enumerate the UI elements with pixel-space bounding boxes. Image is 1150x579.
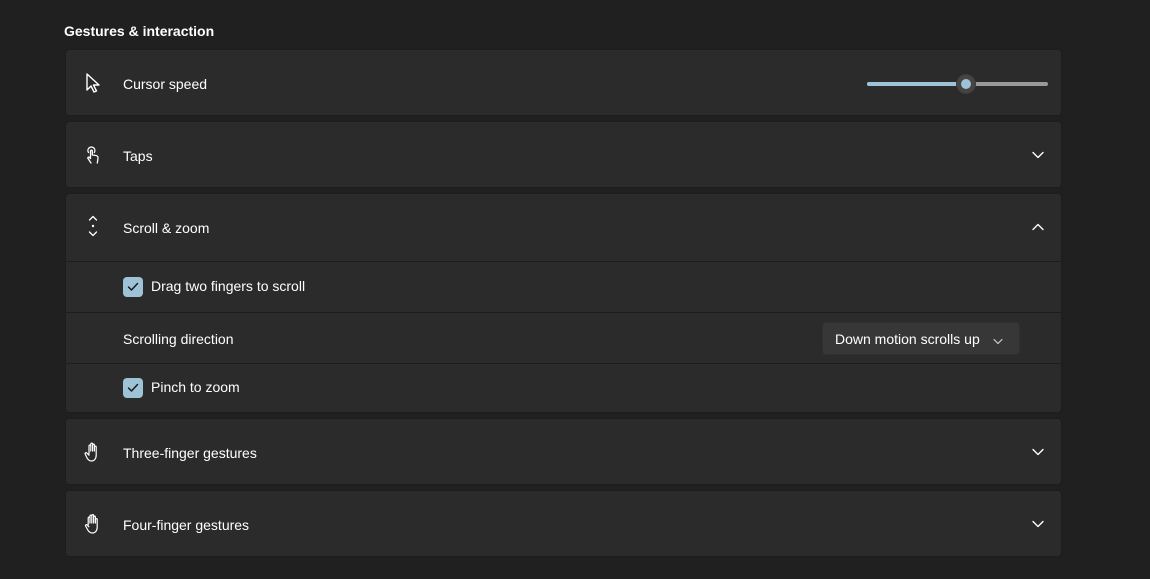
scrolling-direction-value: Down motion scrolls up — [835, 330, 980, 347]
chevron-up-icon[interactable] — [1031, 220, 1045, 234]
drag-two-fingers-row: Drag two fingers to scroll — [66, 261, 1061, 312]
four-finger-card[interactable]: Four-finger gestures — [65, 490, 1062, 557]
three-finger-card[interactable]: Three-finger gestures — [65, 418, 1062, 485]
chevron-down-icon[interactable] — [1031, 517, 1045, 531]
check-icon — [127, 282, 139, 291]
slider-thumb[interactable] — [955, 74, 976, 94]
scrolling-direction-dropdown[interactable]: Down motion scrolls up — [822, 322, 1020, 355]
drag-two-fingers-label: Drag two fingers to scroll — [151, 278, 306, 294]
pinch-to-zoom-label: Pinch to zoom — [151, 379, 240, 395]
check-icon — [127, 383, 139, 392]
three-finger-label: Three-finger gestures — [123, 445, 257, 461]
chevron-down-icon[interactable] — [1031, 148, 1045, 162]
pinch-to-zoom-row: Pinch to zoom — [66, 363, 1061, 413]
scrolling-direction-row: Scrolling direction Down motion scrolls … — [66, 312, 1061, 363]
scroll-zoom-card: Scroll & zoom Drag two fingers to scroll… — [65, 193, 1062, 413]
cursor-speed-card: Cursor speed — [65, 49, 1062, 116]
taps-card[interactable]: Taps — [65, 121, 1062, 188]
tap-icon — [83, 145, 103, 165]
scroll-zoom-label: Scroll & zoom — [123, 220, 210, 236]
chevron-down-icon[interactable] — [1031, 445, 1045, 459]
chevron-down-icon — [993, 332, 1003, 350]
taps-label: Taps — [123, 148, 153, 164]
drag-two-fingers-checkbox[interactable] — [123, 277, 143, 297]
four-finger-label: Four-finger gestures — [123, 517, 250, 533]
pinch-to-zoom-checkbox[interactable] — [123, 378, 143, 398]
hand-icon — [83, 514, 103, 534]
scroll-zoom-header[interactable]: Scroll & zoom — [66, 194, 1061, 261]
cursor-speed-slider[interactable] — [867, 74, 1048, 94]
slider-fill — [867, 82, 966, 86]
hand-icon — [83, 442, 103, 462]
cursor-speed-label: Cursor speed — [123, 76, 208, 92]
cursor-icon — [83, 73, 103, 93]
scrolling-direction-label: Scrolling direction — [123, 331, 234, 347]
section-title: Gestures & interaction — [64, 23, 215, 39]
scroll-icon — [83, 215, 103, 237]
